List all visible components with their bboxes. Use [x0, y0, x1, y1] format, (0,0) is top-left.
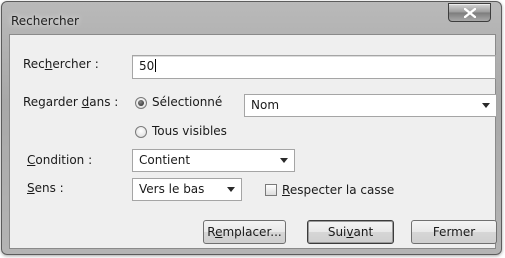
find-next-button[interactable]: Suivant	[307, 220, 394, 244]
text-caret	[155, 59, 157, 72]
look-in-label: Regarder dans :	[23, 95, 119, 109]
search-label: Rechercher :	[23, 57, 99, 71]
column-dropdown-value: Nom	[251, 98, 280, 112]
chevron-down-icon	[482, 103, 490, 108]
condition-dropdown-value: Contient	[139, 153, 191, 167]
radio-all-visible[interactable]	[135, 126, 147, 138]
close-button[interactable]	[448, 3, 491, 22]
dialog-title: Rechercher	[11, 14, 79, 28]
close-icon	[464, 8, 476, 18]
match-case-label[interactable]: Respecter la casse	[282, 183, 394, 197]
condition-label: Condition :	[27, 153, 93, 167]
radio-selected[interactable]	[135, 97, 147, 109]
find-dialog: Rechercher Rechercher : 50 Regarder dans…	[1, 1, 502, 255]
close-dialog-button[interactable]: Fermer	[411, 220, 497, 244]
direction-label: Sens :	[27, 181, 64, 195]
chevron-down-icon	[227, 187, 235, 192]
radio-all-visible-label[interactable]: Tous visibles	[152, 124, 227, 138]
condition-dropdown[interactable]: Contient	[132, 149, 295, 172]
direction-dropdown[interactable]: Vers le bas	[132, 178, 242, 201]
title-bar[interactable]: Rechercher	[2, 2, 501, 34]
radio-selected-label[interactable]: Sélectionné	[152, 95, 222, 109]
radio-checked-dot	[138, 100, 144, 106]
direction-dropdown-value: Vers le bas	[139, 182, 205, 196]
search-input[interactable]: 50	[132, 55, 496, 79]
dialog-body: Rechercher : 50 Regarder dans : Sélectio…	[9, 34, 497, 249]
replace-button[interactable]: Remplacer...	[203, 220, 286, 244]
chevron-down-icon	[280, 158, 288, 163]
match-case-checkbox[interactable]	[265, 184, 277, 196]
column-dropdown[interactable]: Nom	[244, 94, 497, 117]
